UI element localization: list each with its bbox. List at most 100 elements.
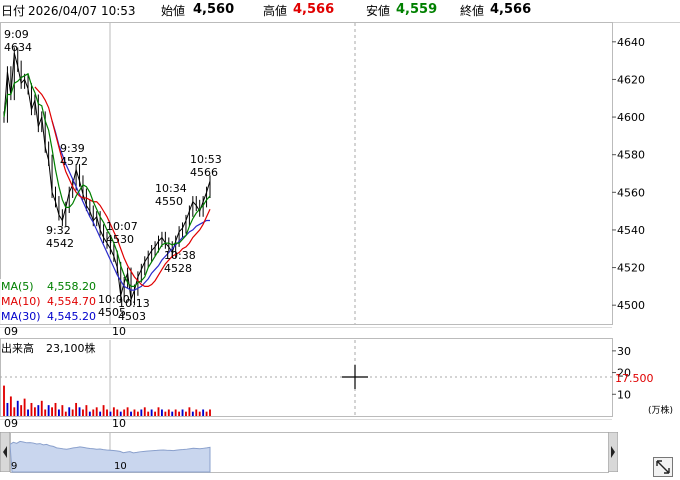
price-x-tick-label: 10 — [112, 325, 126, 338]
price-y-tick-label: 4520 — [617, 262, 645, 275]
volume-bar — [23, 398, 26, 416]
volume-bar — [54, 402, 57, 416]
volume-unit-label: (万株) — [648, 404, 673, 416]
volume-label-text: 出来高 — [1, 342, 34, 355]
volume-bar — [209, 409, 211, 416]
crosshair — [342, 365, 368, 389]
price-x-tick-label: 09 — [4, 325, 18, 338]
ma-legend: MA(5) 4,558.20 MA(10) 4,554.70 MA(30) 4,… — [0, 279, 98, 324]
price-y-tick-label: 4540 — [617, 224, 645, 237]
volume-bar — [44, 409, 47, 416]
annotation-price: 4634 — [4, 41, 32, 54]
annotation-time: 10:07 — [106, 220, 138, 233]
volume-x-tick-label: 09 — [4, 417, 18, 430]
annotation-time: 9:09 — [4, 28, 29, 41]
volume-bar — [85, 405, 88, 416]
volume-bar — [202, 409, 205, 416]
volume-bar — [99, 411, 102, 416]
volume-bar — [112, 407, 115, 416]
volume-bar — [75, 402, 78, 416]
navigator-x-tick-label: 9 — [11, 461, 17, 472]
volume-bar — [205, 411, 208, 416]
volume-y-tick-label: 30 — [617, 345, 631, 358]
volume-bar — [191, 411, 194, 416]
volume-bar — [133, 409, 136, 416]
grid-lines — [0, 23, 612, 472]
volume-bar — [130, 411, 132, 416]
volume-bar — [88, 411, 91, 416]
volume-bar — [58, 409, 60, 416]
price-y-tick-label: 4560 — [617, 186, 645, 199]
volume-bar — [178, 411, 181, 416]
annotation-time: 9:32 — [46, 224, 71, 237]
volume-bar — [147, 411, 150, 416]
volume-bar — [143, 407, 146, 416]
volume-bar — [119, 411, 122, 416]
navigator-scroll-left-button[interactable] — [0, 432, 10, 472]
volume-bar — [51, 407, 53, 416]
volume-bar — [174, 409, 177, 416]
volume-y-tick-label: 10 — [617, 388, 631, 401]
volume-label-value: 23,100株 — [46, 342, 96, 355]
legend-ma10: MA(10) 4,554.70 — [0, 294, 98, 309]
annotation-price: 4542 — [46, 237, 74, 250]
volume-bar — [195, 409, 198, 416]
legend-ma5-value: 4,558.20 — [47, 280, 96, 293]
volume-bar — [92, 409, 95, 416]
volume-bars — [3, 385, 211, 416]
volume-x-tick-label: 10 — [112, 417, 126, 430]
volume-bar — [95, 407, 98, 416]
volume-bar — [126, 407, 129, 416]
annotation-time: 9:39 — [60, 142, 85, 155]
legend-ma30: MA(30) 4,545.20 — [0, 309, 98, 324]
volume-bar — [188, 407, 191, 416]
price-y-tick-label: 4580 — [617, 149, 645, 162]
volume-bar — [6, 402, 9, 416]
volume-bar — [171, 411, 174, 416]
volume-bar — [40, 400, 43, 416]
volume-bar — [157, 407, 160, 416]
volume-bar — [140, 409, 143, 416]
chart-canvas[interactable]: 4640462046004580456045404520450030201017… — [0, 0, 680, 480]
price-y-tick-label: 4620 — [617, 73, 645, 86]
volume-bar — [136, 411, 139, 416]
annotation-time: 10:13 — [118, 297, 150, 310]
navigator-scroll-right-button[interactable] — [608, 432, 618, 472]
volume-bar — [71, 409, 74, 416]
volume-bar — [64, 411, 67, 416]
price-y-tick-label: 4500 — [617, 299, 645, 312]
volume-crosshair-value: 17.500 — [615, 372, 654, 385]
expand-button[interactable] — [653, 457, 673, 477]
annotation-price: 4528 — [164, 262, 192, 275]
volume-bar — [3, 385, 5, 416]
volume-label: 出来高 23,100株 — [1, 340, 108, 356]
annotation-time: 10:53 — [190, 153, 222, 166]
volume-bar — [150, 409, 153, 416]
legend-ma30-value: 4,545.20 — [47, 310, 96, 323]
annotation-price: 4572 — [60, 155, 88, 168]
volume-bar — [37, 405, 40, 416]
volume-bar — [9, 396, 12, 416]
annotation-price: 4566 — [190, 166, 218, 179]
volume-bar — [164, 411, 167, 416]
volume-bar — [61, 405, 64, 416]
panel-frames — [0, 22, 613, 473]
volume-bar — [181, 409, 184, 416]
price-y-tick-label: 4640 — [617, 36, 645, 49]
volume-bar — [78, 407, 81, 416]
volume-bar — [198, 411, 201, 416]
volume-bar — [82, 409, 84, 416]
annotation-price: 4550 — [155, 195, 183, 208]
price-y-tick-label: 4600 — [617, 111, 645, 124]
volume-bar — [13, 407, 16, 416]
volume-bar — [185, 411, 187, 416]
annotation-time: 10:34 — [155, 182, 187, 195]
legend-ma10-value: 4,554.70 — [47, 295, 96, 308]
axis-ticks: 4640462046004580456045404520450030201017… — [4, 36, 673, 430]
annotation-price: 4530 — [106, 233, 134, 246]
volume-bar — [16, 400, 19, 416]
volume-bar — [116, 409, 119, 416]
volume-bar — [27, 409, 29, 416]
legend-ma5: MA(5) 4,558.20 — [0, 279, 98, 294]
volume-bar — [167, 409, 170, 416]
